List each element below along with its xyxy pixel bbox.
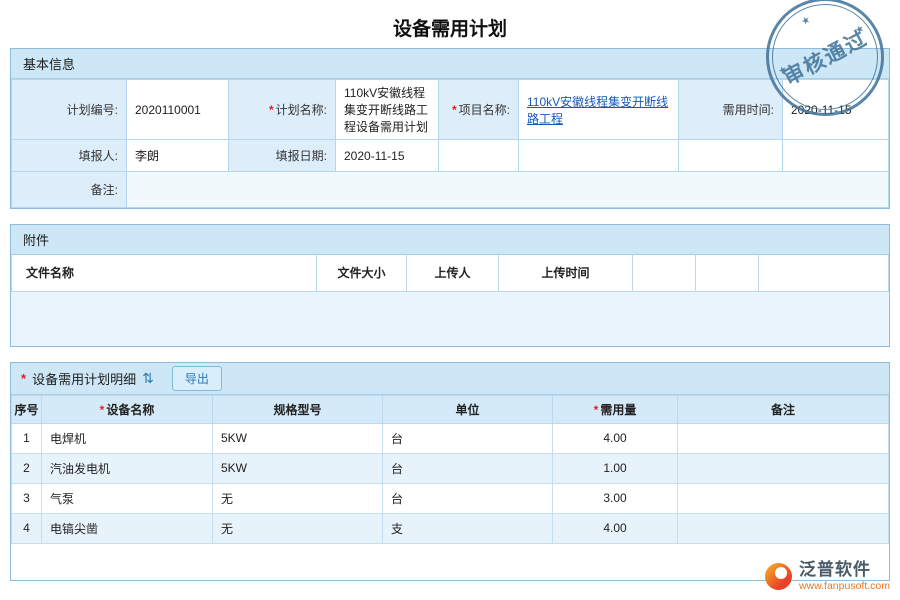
remark-label: 备注: <box>12 172 127 208</box>
required-asterisk: * <box>452 103 457 117</box>
plan-name-value: 110kV安徽线程集变开断线路工程设备需用计划 <box>336 80 439 140</box>
table-row: 3 气泵 无 台 3.00 <box>12 483 889 513</box>
cell-device-name: 气泵 <box>42 483 213 513</box>
attachments-empty-area <box>11 292 889 346</box>
table-row: 4 电镐尖凿 无 支 4.00 <box>12 513 889 543</box>
basic-info-panel: 基本信息 计划编号: 2020110001 *计划名称: 110kV安徽线程集变… <box>10 48 890 209</box>
cell-spec: 无 <box>213 513 383 543</box>
reporter-label: 填报人: <box>12 140 127 172</box>
brand-name: 泛普软件 <box>799 560 890 580</box>
basic-info-row-3: 备注: <box>12 172 889 208</box>
basic-info-row-1: 计划编号: 2020110001 *计划名称: 110kV安徽线程集变开断线路工… <box>12 80 889 140</box>
plan-no-value: 2020110001 <box>127 80 229 140</box>
attachments-section-title: 附件 <box>11 225 889 255</box>
project-name-label: *项目名称: <box>439 80 519 140</box>
detail-header-row: 序号 *设备名称 规格型号 单位 *需用量 备注 <box>12 395 889 423</box>
cell-qty: 3.00 <box>553 483 678 513</box>
col-uploader: 上传人 <box>407 255 499 291</box>
report-date-value: 2020-11-15 <box>336 140 439 172</box>
cell-remark <box>678 483 889 513</box>
col-empty <box>696 255 759 291</box>
footer-logo: 泛普软件 www.fanpusoft.com <box>765 560 890 592</box>
report-date-label: 填报日期: <box>229 140 336 172</box>
fanpu-logo-icon <box>765 563 792 590</box>
col-file-size: 文件大小 <box>317 255 407 291</box>
plan-name-label: *计划名称: <box>229 80 336 140</box>
cell-no: 1 <box>12 423 42 453</box>
col-qty: *需用量 <box>553 395 678 423</box>
col-remark: 备注 <box>678 395 889 423</box>
brand-url: www.fanpusoft.com <box>799 580 890 592</box>
cell-qty: 4.00 <box>553 513 678 543</box>
empty-cell <box>679 140 783 172</box>
cell-unit: 台 <box>383 483 553 513</box>
cell-unit: 台 <box>383 423 553 453</box>
table-row: 2 汽油发电机 5KW 台 1.00 <box>12 453 889 483</box>
cell-no: 4 <box>12 513 42 543</box>
basic-info-row-2: 填报人: 李朗 填报日期: 2020-11-15 <box>12 140 889 172</box>
table-row: 1 电焊机 5KW 台 4.00 <box>12 423 889 453</box>
remark-value <box>127 172 889 208</box>
project-name-cell: 110kV安徽线程集变开断线路工程 <box>519 80 679 140</box>
col-upload-time: 上传时间 <box>499 255 633 291</box>
empty-cell <box>783 140 889 172</box>
col-file-name: 文件名称 <box>12 255 317 291</box>
cell-unit: 支 <box>383 513 553 543</box>
sort-icon[interactable]: ⇅ <box>142 370 154 387</box>
cell-qty: 1.00 <box>553 453 678 483</box>
export-button[interactable]: 导出 <box>172 366 222 391</box>
required-asterisk: * <box>594 403 599 417</box>
cell-remark <box>678 423 889 453</box>
cell-device-name: 电焊机 <box>42 423 213 453</box>
required-asterisk: * <box>100 403 105 417</box>
cell-unit: 台 <box>383 453 553 483</box>
cell-remark <box>678 513 889 543</box>
attachments-panel: 附件 文件名称 文件大小 上传人 上传时间 <box>10 224 890 347</box>
col-spec: 规格型号 <box>213 395 383 423</box>
cell-spec: 5KW <box>213 423 383 453</box>
empty-cell <box>439 140 519 172</box>
cell-spec: 5KW <box>213 453 383 483</box>
footer-brand-text: 泛普软件 www.fanpusoft.com <box>799 560 890 592</box>
cell-device-name: 电镐尖凿 <box>42 513 213 543</box>
col-unit: 单位 <box>383 395 553 423</box>
empty-cell <box>519 140 679 172</box>
reporter-value: 李朗 <box>127 140 229 172</box>
col-empty <box>759 255 889 291</box>
cell-remark <box>678 453 889 483</box>
basic-info-section-title: 基本信息 <box>11 49 889 79</box>
need-date-value: 2020-11-15 <box>783 80 889 140</box>
col-no: 序号 <box>12 395 42 423</box>
detail-toolbar: * 设备需用计划明细 ⇅ 导出 <box>11 363 889 395</box>
cell-qty: 4.00 <box>553 423 678 453</box>
cell-spec: 无 <box>213 483 383 513</box>
basic-info-table: 计划编号: 2020110001 *计划名称: 110kV安徽线程集变开断线路工… <box>11 79 889 208</box>
page: 设备需用计划 ★ ★ ★ 审核通过 基本信息 计划编号: 2020110001 … <box>0 0 900 600</box>
detail-panel: * 设备需用计划明细 ⇅ 导出 序号 *设备名称 规格型号 单位 *需用量 备注 <box>10 362 890 581</box>
detail-table: 序号 *设备名称 规格型号 单位 *需用量 备注 1 电焊机 5KW 台 4.0… <box>11 395 889 544</box>
col-device-name: *设备名称 <box>42 395 213 423</box>
project-name-link[interactable]: 110kV安徽线程集变开断线路工程 <box>527 95 668 126</box>
plan-no-label: 计划编号: <box>12 80 127 140</box>
cell-no: 2 <box>12 453 42 483</box>
cell-device-name: 汽油发电机 <box>42 453 213 483</box>
cell-no: 3 <box>12 483 42 513</box>
attachments-table: 文件名称 文件大小 上传人 上传时间 <box>11 255 889 292</box>
required-asterisk: * <box>269 103 274 117</box>
detail-section-title: 设备需用计划明细 <box>32 369 136 388</box>
page-title: 设备需用计划 <box>0 0 900 48</box>
need-date-label: 需用时间: <box>679 80 783 140</box>
col-empty <box>633 255 696 291</box>
detail-empty-area <box>11 544 889 580</box>
attachments-header-row: 文件名称 文件大小 上传人 上传时间 <box>12 255 889 291</box>
required-asterisk: * <box>21 371 26 386</box>
